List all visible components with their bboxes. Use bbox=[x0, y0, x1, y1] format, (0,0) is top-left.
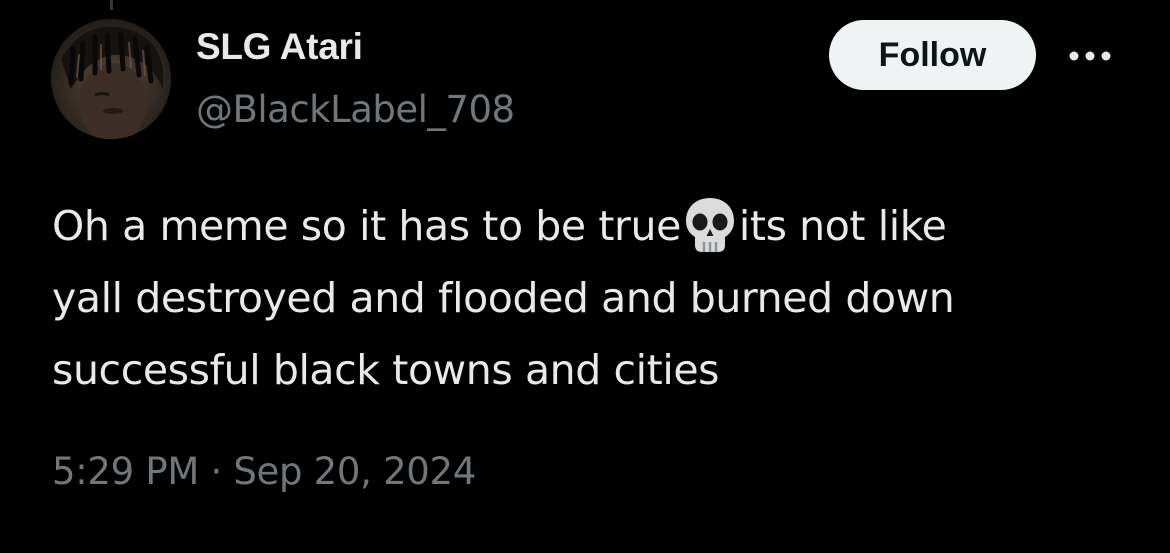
tweet-text-line: yall destroyed and flooded and burned do… bbox=[52, 274, 955, 322]
author-handle[interactable]: @BlackLabel_708 bbox=[196, 88, 515, 131]
skull-icon bbox=[683, 196, 737, 254]
more-options-button[interactable] bbox=[1060, 38, 1120, 74]
tweet-text: Oh a meme so it has to be true its not l… bbox=[52, 190, 1142, 406]
avatar[interactable] bbox=[51, 19, 171, 139]
tweet-text-line: successful black towns and cities bbox=[52, 346, 720, 394]
follow-button[interactable]: Follow bbox=[829, 20, 1036, 90]
tweet-text-line: Oh a meme so it has to be true its not l… bbox=[52, 190, 1142, 262]
tweet-timestamp[interactable]: 5:29 PM · Sep 20, 2024 bbox=[52, 450, 476, 493]
author-display-name[interactable]: SLG Atari bbox=[196, 26, 363, 68]
tweet-text-segment: Oh a meme so it has to be true bbox=[52, 202, 681, 250]
thread-line bbox=[110, 0, 113, 10]
tweet-text-segment: its not like bbox=[738, 202, 947, 250]
avatar-image bbox=[51, 19, 171, 139]
more-horizontal-icon bbox=[1069, 51, 1111, 61]
